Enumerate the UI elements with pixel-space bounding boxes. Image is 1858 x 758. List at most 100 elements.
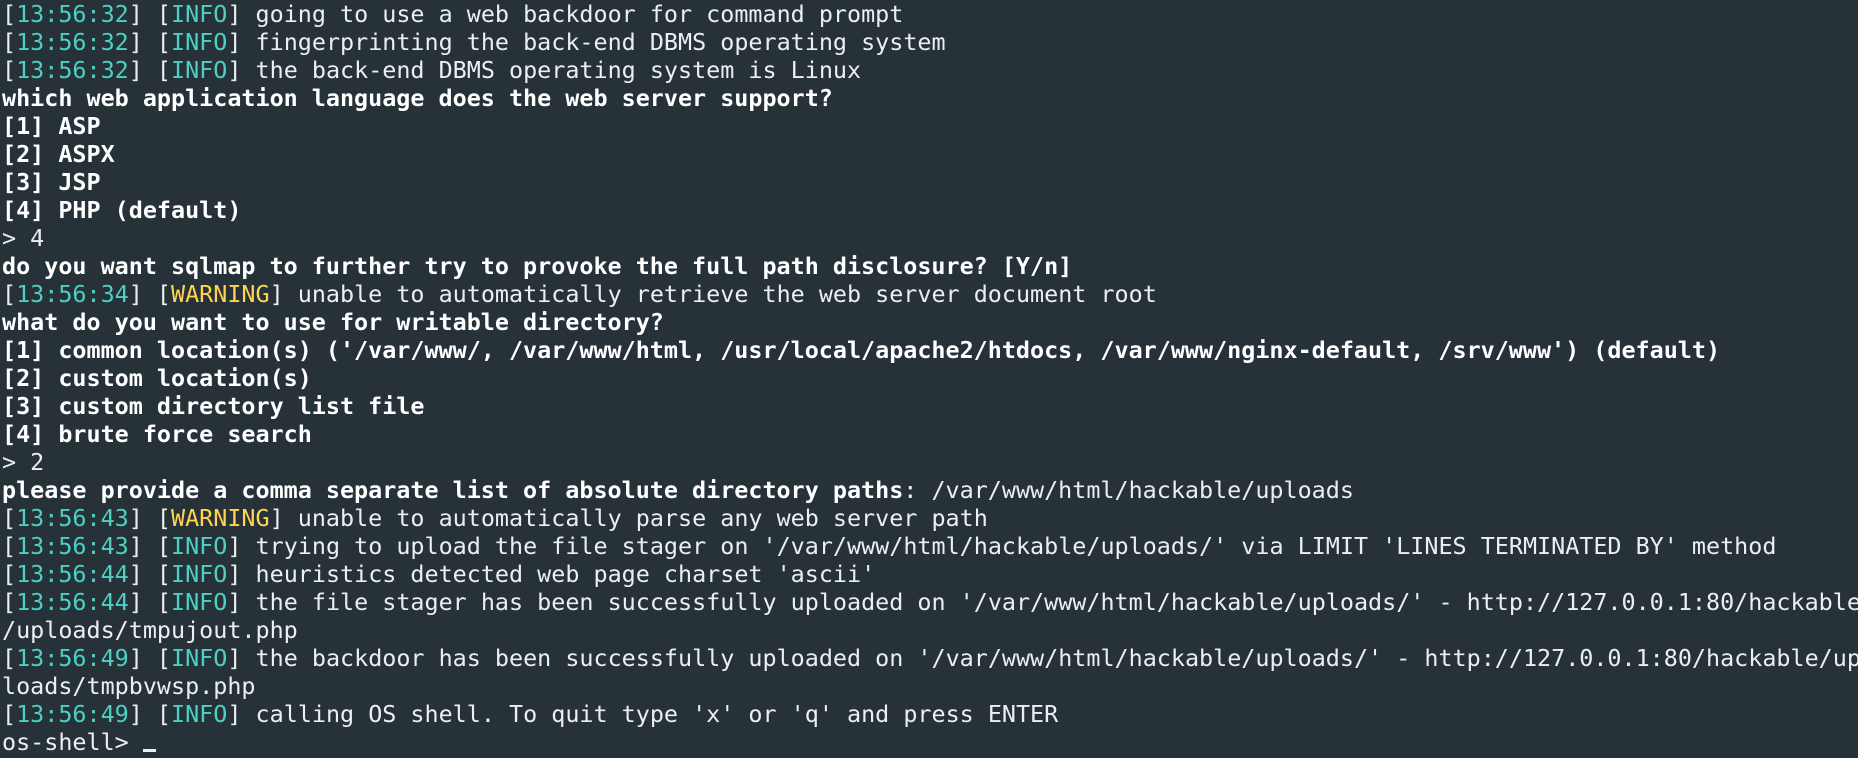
terminal-line: [13:56:49] [INFO] calling OS shell. To q… xyxy=(2,700,1858,728)
bracket: [ xyxy=(2,700,17,728)
log-level: INFO xyxy=(171,28,228,56)
log-message: unable to automatically parse any web se… xyxy=(297,504,988,532)
log-timestamp: 13:56:44 xyxy=(16,588,129,616)
bracket: [ xyxy=(2,560,17,588)
terminal-line: [13:56:34] [WARNING] unable to automatic… xyxy=(2,280,1858,308)
terminal-line: [2] custom location(s) xyxy=(2,364,1858,392)
bracket: [ xyxy=(2,280,17,308)
bracket: ] xyxy=(227,588,256,616)
log-message: unable to automatically retrieve the web… xyxy=(297,280,1157,308)
terminal-line: please provide a comma separate list of … xyxy=(2,476,1858,504)
terminal-window[interactable]: [13:56:32] [INFO] going to use a web bac… xyxy=(0,0,1858,758)
bracket: ] [ xyxy=(128,532,172,560)
prompt-text: which web application language does the … xyxy=(2,84,833,112)
log-level: INFO xyxy=(171,56,228,84)
terminal-line: [13:56:32] [INFO] the back-end DBMS oper… xyxy=(2,56,1858,84)
prompt-text: [3] custom directory list file xyxy=(2,392,425,420)
log-message: going to use a web backdoor for command … xyxy=(255,0,904,28)
shell-prompt: os-shell> xyxy=(2,728,143,756)
prompt-text: what do you want to use for writable dir… xyxy=(2,308,664,336)
terminal-line: [1] common location(s) ('/var/www/, /var… xyxy=(2,336,1858,364)
bracket: ] xyxy=(227,28,256,56)
bracket: ] [ xyxy=(128,280,172,308)
prompt-text: [3] JSP xyxy=(2,168,101,196)
bracket: [ xyxy=(2,588,17,616)
log-level: INFO xyxy=(171,588,228,616)
output-text: loads/tmpbvwsp.php xyxy=(2,672,256,700)
prompt-text: [4] PHP (default) xyxy=(2,196,242,224)
log-level: INFO xyxy=(171,700,228,728)
bracket: [ xyxy=(2,56,17,84)
bracket: ] [ xyxy=(128,644,172,672)
prompt-answer: : /var/www/html/hackable/uploads xyxy=(903,476,1354,504)
log-level: INFO xyxy=(171,532,228,560)
log-timestamp: 13:56:32 xyxy=(16,28,129,56)
log-level: INFO xyxy=(171,0,228,28)
terminal-line: > 4 xyxy=(2,224,1858,252)
bracket: ] xyxy=(269,280,298,308)
bracket: ] [ xyxy=(128,0,172,28)
output-text: > 2 xyxy=(2,448,45,476)
terminal-line: what do you want to use for writable dir… xyxy=(2,308,1858,336)
terminal-line: which web application language does the … xyxy=(2,84,1858,112)
bracket: ] [ xyxy=(128,56,172,84)
log-timestamp: 13:56:43 xyxy=(16,532,129,560)
terminal-line: os-shell> xyxy=(2,728,1858,756)
bracket: ] xyxy=(227,532,256,560)
terminal-line: [3] JSP xyxy=(2,168,1858,196)
output-text: /uploads/tmpujout.php xyxy=(2,616,298,644)
bracket: [ xyxy=(2,644,17,672)
bracket: ] xyxy=(227,644,256,672)
prompt-text: [4] brute force search xyxy=(2,420,312,448)
prompt-text: [1] ASP xyxy=(2,112,101,140)
terminal-line: [13:56:44] [INFO] the file stager has be… xyxy=(2,588,1858,616)
log-level: INFO xyxy=(171,644,228,672)
text-cursor[interactable] xyxy=(142,749,156,752)
prompt-text: [2] ASPX xyxy=(2,140,115,168)
terminal-line: [4] brute force search xyxy=(2,420,1858,448)
log-message: the file stager has been successfully up… xyxy=(255,588,1858,616)
bracket: ] xyxy=(227,700,256,728)
log-message: heuristics detected web page charset 'as… xyxy=(255,560,876,588)
output-text: > 4 xyxy=(2,224,45,252)
terminal-line: do you want sqlmap to further try to pro… xyxy=(2,252,1858,280)
log-timestamp: 13:56:49 xyxy=(16,700,129,728)
terminal-line: [13:56:49] [INFO] the backdoor has been … xyxy=(2,644,1858,672)
bracket: ] [ xyxy=(128,504,172,532)
bracket: [ xyxy=(2,504,17,532)
terminal-line: [13:56:44] [INFO] heuristics detected we… xyxy=(2,560,1858,588)
bracket: ] xyxy=(227,0,256,28)
log-message: fingerprinting the back-end DBMS operati… xyxy=(255,28,946,56)
prompt-text: [2] custom location(s) xyxy=(2,364,312,392)
terminal-line: [13:56:32] [INFO] fingerprinting the bac… xyxy=(2,28,1858,56)
log-timestamp: 13:56:34 xyxy=(16,280,129,308)
bracket: [ xyxy=(2,28,17,56)
terminal-line: [1] ASP xyxy=(2,112,1858,140)
log-level: WARNING xyxy=(171,280,270,308)
log-level: INFO xyxy=(171,560,228,588)
prompt-question: please provide a comma separate list of … xyxy=(2,476,904,504)
log-level: WARNING xyxy=(171,504,270,532)
terminal-line: [2] ASPX xyxy=(2,140,1858,168)
log-message: calling OS shell. To quit type 'x' or 'q… xyxy=(255,700,1059,728)
terminal-line: loads/tmpbvwsp.php xyxy=(2,672,1858,700)
log-message: the back-end DBMS operating system is Li… xyxy=(255,56,862,84)
bracket: ] [ xyxy=(128,700,172,728)
log-timestamp: 13:56:49 xyxy=(16,644,129,672)
terminal-line: [13:56:43] [WARNING] unable to automatic… xyxy=(2,504,1858,532)
terminal-line: > 2 xyxy=(2,448,1858,476)
log-timestamp: 13:56:43 xyxy=(16,504,129,532)
prompt-text: do you want sqlmap to further try to pro… xyxy=(2,252,1073,280)
bracket: ] xyxy=(227,56,256,84)
bracket: [ xyxy=(2,0,17,28)
bracket: ] [ xyxy=(128,588,172,616)
terminal-line: [4] PHP (default) xyxy=(2,196,1858,224)
bracket: [ xyxy=(2,532,17,560)
bracket: ] [ xyxy=(128,560,172,588)
log-message: trying to upload the file stager on '/va… xyxy=(255,532,1777,560)
log-message: the backdoor has been successfully uploa… xyxy=(255,644,1858,672)
terminal-line: /uploads/tmpujout.php xyxy=(2,616,1858,644)
log-timestamp: 13:56:32 xyxy=(16,56,129,84)
log-timestamp: 13:56:32 xyxy=(16,0,129,28)
terminal-line: [13:56:32] [INFO] going to use a web bac… xyxy=(2,0,1858,28)
